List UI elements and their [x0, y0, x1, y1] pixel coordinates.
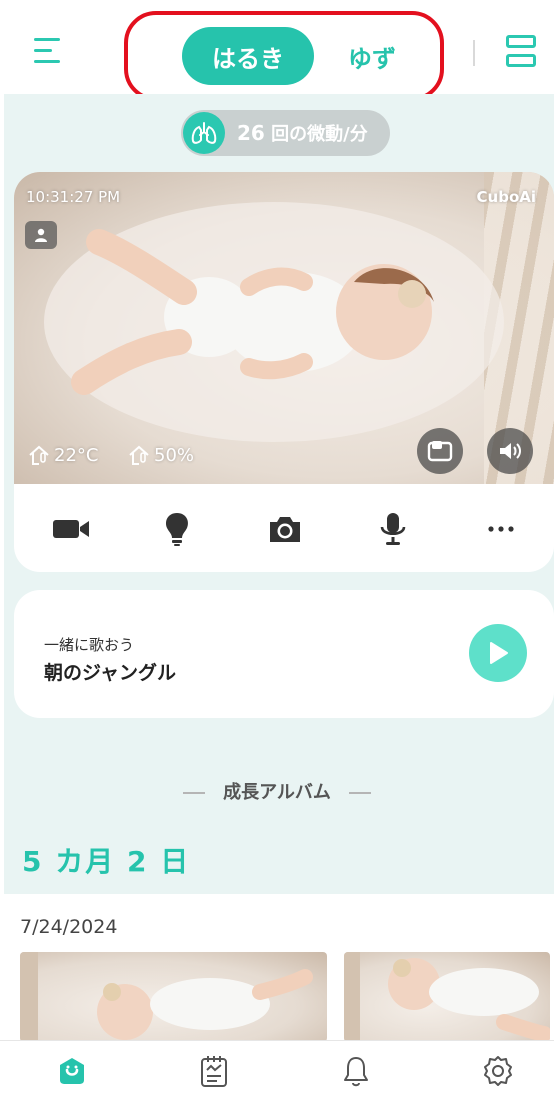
- night-light-icon[interactable]: [154, 506, 200, 552]
- breathing-indicator[interactable]: 26 回の微動/分: [181, 110, 390, 156]
- camera-brand-logo: CuboAi: [476, 188, 536, 206]
- snapshot-camera-icon[interactable]: [262, 506, 308, 552]
- home-humidity-icon: [129, 445, 149, 465]
- more-icon[interactable]: [478, 506, 524, 552]
- camera-live-view[interactable]: 10:31:27 PM CuboAi 22°C 50%: [14, 172, 554, 484]
- person-icon: [25, 221, 57, 249]
- journal-icon[interactable]: [194, 1051, 234, 1091]
- humidity-readout: 50%: [128, 444, 194, 466]
- camera-timestamp: 10:31:27 PM: [26, 188, 121, 206]
- album-photo[interactable]: [344, 952, 550, 1042]
- picture-in-picture-icon[interactable]: [417, 428, 463, 474]
- baby-tab-haruki[interactable]: はるき: [182, 27, 314, 85]
- breathing-unit: 回の微動/分: [271, 124, 368, 145]
- play-icon[interactable]: [469, 624, 527, 682]
- baby-photo-image: [344, 952, 550, 1042]
- bell-icon[interactable]: [336, 1051, 376, 1091]
- album-heading-text: 成長アルバム: [223, 782, 331, 803]
- breathing-text: 26 回の微動/分: [237, 120, 368, 146]
- microphone-icon[interactable]: [370, 506, 416, 552]
- temperature-value: 22°C: [54, 444, 99, 466]
- album-photo[interactable]: [20, 952, 327, 1042]
- video-camera-icon[interactable]: [48, 506, 94, 552]
- baby-image: [44, 202, 504, 442]
- song-subtitle: 一緒に歌おう: [44, 636, 135, 654]
- home-thermometer-icon: [29, 445, 49, 465]
- split-view-icon[interactable]: [506, 35, 536, 67]
- top-bar: はるき ゆず: [0, 0, 554, 101]
- baby-switcher: はるき ゆず: [124, 11, 444, 101]
- baby-photo-image: [20, 952, 313, 1042]
- speaker-icon[interactable]: [487, 428, 533, 474]
- album-section-heading: 成長アルバム: [0, 778, 554, 804]
- heading-dash-left: [182, 792, 205, 794]
- bottom-nav: [0, 1040, 554, 1116]
- lungs-icon: [183, 112, 225, 154]
- menu-icon[interactable]: [34, 38, 60, 64]
- baby-age: 5 カ月 2 日: [22, 845, 191, 878]
- heading-dash-right: [349, 792, 372, 794]
- sing-along-card[interactable]: 一緒に歌おう 朝のジャングル: [14, 590, 554, 718]
- home-icon[interactable]: [52, 1051, 92, 1091]
- settings-icon[interactable]: [478, 1051, 518, 1091]
- camera-card: 10:31:27 PM CuboAi 22°C 50%: [14, 172, 554, 572]
- breathing-count: 26: [237, 121, 265, 145]
- camera-toolbar: [14, 484, 554, 572]
- humidity-value: 50%: [154, 444, 195, 466]
- album-date: 7/24/2024: [20, 916, 118, 938]
- baby-tab-yuzu[interactable]: ゆず: [324, 27, 420, 85]
- song-title: 朝のジャングル: [44, 662, 177, 684]
- temperature-readout: 22°C: [28, 444, 98, 466]
- header-divider: [473, 40, 475, 66]
